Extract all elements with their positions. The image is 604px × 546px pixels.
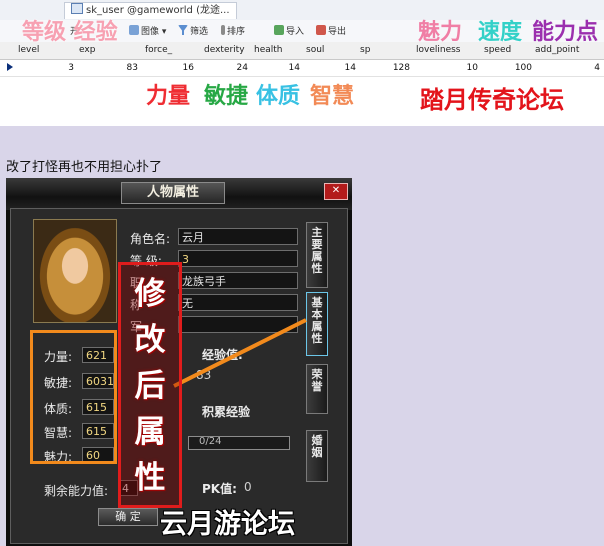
export-button[interactable]: 导出	[316, 24, 346, 37]
tab-marriage[interactable]: 婚姻	[306, 430, 328, 482]
tab-main-attributes[interactable]: 主要属性	[306, 222, 328, 288]
table-cell[interactable]: 100	[498, 63, 532, 73]
image-icon	[129, 25, 139, 35]
table-cell[interactable]: 4	[580, 63, 600, 73]
level-field: 3	[178, 250, 298, 267]
sort-icon	[221, 25, 225, 35]
filter-icon	[178, 25, 188, 35]
column-header[interactable]: health	[254, 45, 283, 55]
table-icon	[71, 3, 83, 14]
watermark: 云月游论坛	[160, 509, 295, 540]
annotation-speed: 速度	[478, 20, 523, 45]
column-header[interactable]: soul	[306, 45, 324, 55]
role-name-field: 云月	[178, 228, 298, 245]
table-cell[interactable]: 128	[376, 63, 410, 73]
pk-value: 0	[244, 480, 252, 494]
column-header[interactable]: exp	[79, 45, 95, 55]
annotation-level-exp: 等级 经验	[22, 20, 118, 45]
modified-label-char: 修	[134, 276, 166, 312]
annotation-constitution: 体质	[256, 84, 301, 109]
stats-highlight-box	[30, 330, 117, 464]
annotation-agility: 敏捷	[204, 84, 249, 109]
export-icon	[316, 25, 326, 35]
confirm-button[interactable]: 确 定	[98, 508, 158, 526]
table-cell[interactable]: 83	[104, 63, 138, 73]
column-header[interactable]: force_	[145, 45, 172, 55]
image-button[interactable]: 图像 ▾	[129, 24, 166, 37]
filter-button[interactable]: 筛选	[178, 24, 208, 37]
exp-progress-bar: 0/24	[188, 436, 290, 450]
modified-label-char: 后	[134, 368, 166, 404]
accum-exp-label: 积累经验	[202, 405, 251, 419]
title-field: 无	[178, 294, 298, 311]
table-cell[interactable]: 10	[444, 63, 478, 73]
forum-name: 踏月传奇论坛	[420, 86, 564, 114]
remaining-points-label: 剩余能力值:	[44, 484, 109, 498]
column-header[interactable]: add_point	[535, 45, 579, 55]
table-cell[interactable]: 24	[214, 63, 248, 73]
table-cell[interactable]: 3	[40, 63, 74, 73]
exp-progress-text: 0/24	[199, 436, 222, 447]
column-header[interactable]: sp	[360, 45, 370, 55]
column-header[interactable]: dexterity	[204, 45, 245, 55]
annotation-charm: 魅力	[418, 20, 463, 45]
modified-label-char: 改	[134, 322, 166, 358]
table-cell[interactable]: 14	[262, 63, 300, 73]
class-field: 龙族弓手	[178, 272, 298, 289]
annotation-ability-points: 能力点	[532, 20, 599, 45]
caption-text: 改了打怪再也不用担心扑了	[6, 160, 163, 175]
import-icon	[274, 25, 284, 35]
row-pointer-icon	[7, 63, 13, 71]
table-cell[interactable]: 14	[322, 63, 356, 73]
annotation-arrow	[173, 318, 307, 388]
column-header[interactable]: speed	[484, 45, 511, 55]
role-name-label: 角色名:	[130, 232, 171, 246]
close-button[interactable]: ✕	[324, 183, 348, 200]
pk-label: PK值:	[202, 482, 237, 496]
table-cell[interactable]: 16	[160, 63, 194, 73]
modified-label-char: 性	[134, 460, 166, 496]
window-title: 人物属性	[121, 182, 225, 204]
annotation-strength: 力量	[146, 84, 191, 109]
import-button[interactable]: 导入	[274, 24, 304, 37]
annotation-line	[173, 318, 307, 388]
column-header[interactable]: loveliness	[416, 45, 461, 55]
character-portrait	[33, 219, 117, 323]
annotation-wisdom: 智慧	[310, 84, 355, 109]
modified-label-char: 属	[134, 414, 166, 450]
sort-button[interactable]: 排序	[221, 24, 245, 37]
column-header[interactable]: level	[18, 45, 39, 55]
